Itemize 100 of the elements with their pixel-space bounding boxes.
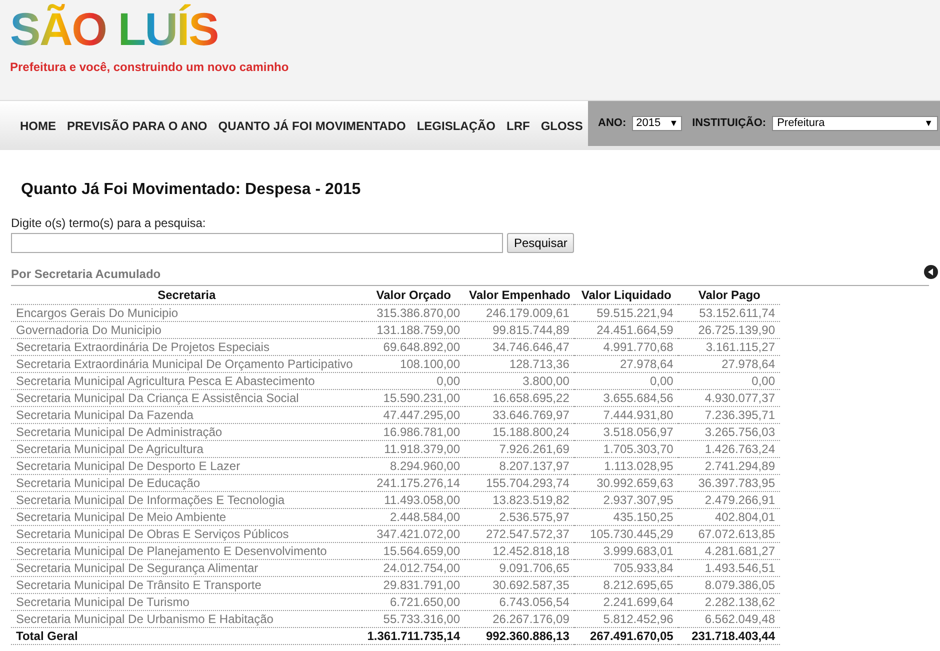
table-cell: 2.479.266,91 <box>678 491 780 508</box>
table-cell: 6.562.049,48 <box>678 610 780 627</box>
caret-icon: ▼ <box>669 116 678 130</box>
table-cell: 30.992.659,63 <box>574 474 678 491</box>
table-cell: 246.179.009,61 <box>465 304 574 321</box>
table-cell: 2.241.699,64 <box>574 593 678 610</box>
table-cell: 24.451.664,59 <box>574 321 678 338</box>
table-cell: Secretaria Municipal De Educação <box>11 474 362 491</box>
page-title: Quanto Já Foi Movimentado: Despesa - 2015 <box>21 180 362 200</box>
nav-link[interactable]: LRF <box>506 116 530 134</box>
table-cell: 24.012.754,00 <box>362 559 466 576</box>
table-cell: 8.294.960,00 <box>362 457 466 474</box>
table-cell: 27.978,64 <box>678 355 780 372</box>
table-cell: Secretaria Municipal De Desporto E Lazer <box>11 457 362 474</box>
table-cell: Secretaria Municipal De Urbanismo E Habitação <box>11 610 362 627</box>
table-cell: 36.397.783,95 <box>678 474 780 491</box>
nav-link[interactable]: LEGISLAÇÃO <box>416 116 496 134</box>
table-cell: 2.282.138,62 <box>678 593 780 610</box>
table-cell: 27.978,64 <box>574 355 678 372</box>
table-cell: Secretaria Municipal De Meio Ambiente <box>11 508 362 525</box>
table-cell: 705.933,84 <box>574 559 678 576</box>
nav-link[interactable]: QUANTO JÁ FOI MOVIMENTADO <box>218 116 406 134</box>
table-cell: 131.188.759,00 <box>362 321 466 338</box>
table-cell: 47.447.295,00 <box>362 406 466 423</box>
table-cell: 26.725.139,90 <box>678 321 780 338</box>
table-cell: 4.281.681,27 <box>678 542 780 559</box>
caret-icon: ▼ <box>924 116 934 130</box>
nav-link[interactable]: HOME <box>20 116 56 134</box>
table-cell: 435.150,25 <box>574 508 678 525</box>
table-cell: 59.515.221,94 <box>574 304 678 321</box>
table-cell: 992.360.886,13 <box>465 627 574 644</box>
table-cell: 15.564.659,00 <box>362 542 466 559</box>
table-cell: 99.815.744,89 <box>465 321 574 338</box>
table-cell: 7.926.261,69 <box>465 440 574 457</box>
tagline: Prefeitura e você, construindo um novo caminho <box>10 59 289 76</box>
table-cell: 53.152.611,74 <box>678 304 780 321</box>
table-cell: 8.212.695,65 <box>574 576 678 593</box>
column-header: Valor Orçado <box>362 287 466 304</box>
table-cell: Secretaria Municipal De Trânsito E Transporte <box>11 576 362 593</box>
table-cell: 5.812.452,96 <box>574 610 678 627</box>
institution-label: INSTITUIÇÃO: <box>692 115 766 132</box>
nav-link[interactable]: PREVISÃO PARA O ANO <box>67 116 208 134</box>
institution-dropdown[interactable]: Prefeitura ▼ <box>772 116 938 131</box>
search-field[interactable] <box>11 233 503 253</box>
table-cell: 12.452.818,18 <box>465 542 574 559</box>
table-cell: 13.823.519,82 <box>465 491 574 508</box>
search-label: Digite o(s) termo(s) para a pesquisa: <box>11 215 207 232</box>
table-cell: 16.986.781,00 <box>362 423 466 440</box>
table-cell: 0,00 <box>362 372 466 389</box>
table-cell: 3.999.683,01 <box>574 542 678 559</box>
table-cell: 29.831.791,00 <box>362 576 466 593</box>
table-cell: 267.491.670,05 <box>574 627 678 644</box>
table-cell: Secretaria Municipal De Planejamento E Desenvolvimento <box>11 542 362 559</box>
table-cell: Encargos Gerais Do Municipio <box>11 304 362 321</box>
table-cell: 2.741.294,89 <box>678 457 780 474</box>
table-cell: 231.718.403,44 <box>678 627 780 644</box>
column-header: Valor Liquidado <box>574 287 678 304</box>
table-cell: 2.536.575,97 <box>465 508 574 525</box>
table-cell: 33.646.769,97 <box>465 406 574 423</box>
search-button[interactable]: Pesquisar <box>507 233 574 253</box>
table-cell: Secretaria Municipal De Segurança Alimentar <box>11 559 362 576</box>
table-cell: 55.733.316,00 <box>362 610 466 627</box>
table-cell: 1.426.763,24 <box>678 440 780 457</box>
table-cell: 7.236.395,71 <box>678 406 780 423</box>
table-cell: 108.100,00 <box>362 355 466 372</box>
table-cell: 3.800,00 <box>465 372 574 389</box>
table-cell: 3.265.756,03 <box>678 423 780 440</box>
table-cell: 0,00 <box>574 372 678 389</box>
table-cell: Secretaria Extraordinária De Projetos Especiais <box>11 338 362 355</box>
table-cell: 128.713,36 <box>465 355 574 372</box>
table-cell: Secretaria Municipal Da Fazenda <box>11 406 362 423</box>
table-cell: 105.730.445,29 <box>574 525 678 542</box>
table-cell: Governadoria Do Municipio <box>11 321 362 338</box>
table-cell: Total Geral <box>11 627 362 644</box>
table-cell: 1.493.546,51 <box>678 559 780 576</box>
table-cell: 30.692.587,35 <box>465 576 574 593</box>
table-cell: 34.746.646,47 <box>465 338 574 355</box>
table-cell: Secretaria Municipal Agricultura Pesca E Abastecimento <box>11 372 362 389</box>
table-cell: 7.444.931,80 <box>574 406 678 423</box>
table-cell: 69.648.892,00 <box>362 338 466 355</box>
table-cell: 11.918.379,00 <box>362 440 466 457</box>
table-cell: 6.743.056,54 <box>465 593 574 610</box>
table-cell: 315.386.870,00 <box>362 304 466 321</box>
table-cell: 15.590.231,00 <box>362 389 466 406</box>
table-cell: Secretaria Municipal De Agricultura <box>11 440 362 457</box>
year-dropdown[interactable]: 2015 ▼ <box>632 116 682 131</box>
section-title: Por Secretaria Acumulado <box>11 266 161 283</box>
table-cell: 3.161.115,27 <box>678 338 780 355</box>
table-cell: Secretaria Municipal De Turismo <box>11 593 362 610</box>
table-cell: Secretaria Extraordinária Municipal De Orçamento Participativo <box>11 355 362 372</box>
table-cell: 3.655.684,56 <box>574 389 678 406</box>
table-cell: 1.705.303,70 <box>574 440 678 457</box>
table-cell: 9.091.706,65 <box>465 559 574 576</box>
table-cell: 15.188.800,24 <box>465 423 574 440</box>
table-cell: 347.421.072,00 <box>362 525 466 542</box>
table-cell: 402.804,01 <box>678 508 780 525</box>
table-cell: 8.079.386,05 <box>678 576 780 593</box>
table-cell: 2.937.307,95 <box>574 491 678 508</box>
column-header: Valor Pago <box>678 287 780 304</box>
nav-link[interactable]: GLOSS <box>540 116 583 134</box>
